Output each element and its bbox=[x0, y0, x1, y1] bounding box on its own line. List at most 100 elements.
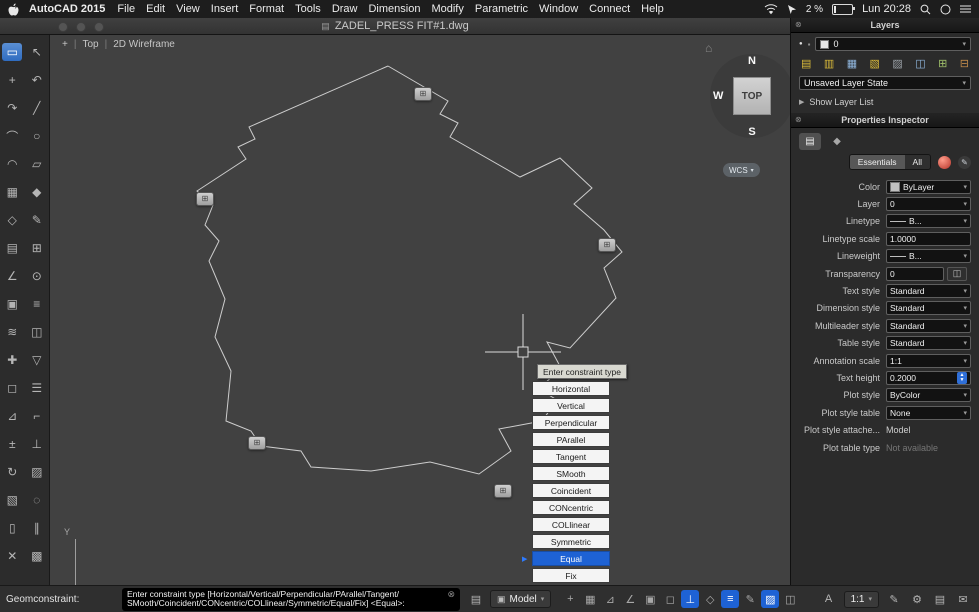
constraint-option-vertical[interactable]: Vertical bbox=[532, 398, 610, 413]
constraint-option-tangent[interactable]: Tangent bbox=[532, 449, 610, 464]
tool-icon-7[interactable]: ○ bbox=[27, 127, 47, 145]
tool-icon-13[interactable]: ✎ bbox=[27, 211, 47, 229]
menu-item-help[interactable]: Help bbox=[641, 3, 664, 15]
viewcube-home-icon[interactable]: ⌂ bbox=[705, 41, 712, 55]
tool-icon-11[interactable]: ◆ bbox=[27, 183, 47, 201]
property-dropdown[interactable]: Standard ▾ bbox=[886, 336, 971, 351]
tool-icon-23[interactable]: ▽ bbox=[27, 351, 47, 369]
constraint-option-collinear[interactable]: COLlinear bbox=[532, 517, 610, 532]
tool-icon-25[interactable]: ☰ bbox=[27, 379, 47, 397]
layer-tool-icon-3[interactable]: ▧ bbox=[870, 57, 880, 70]
tool-icon-4[interactable]: ↷ bbox=[2, 99, 22, 117]
menu-item-format[interactable]: Format bbox=[249, 3, 284, 15]
app-menu-title[interactable]: AutoCAD 2015 bbox=[29, 3, 105, 15]
properties-category-style[interactable]: ◆ bbox=[826, 133, 848, 150]
tool-icon-2[interactable]: + bbox=[2, 71, 22, 89]
menu-item-modify[interactable]: Modify bbox=[431, 3, 463, 15]
status-toggle-5[interactable]: ◻ bbox=[661, 590, 679, 608]
tool-icon-37[interactable]: ▩ bbox=[27, 547, 47, 565]
tool-icon-19[interactable]: ≡ bbox=[27, 295, 47, 313]
constraint-badge-3[interactable]: ⊞ bbox=[248, 436, 266, 450]
tool-icon-6[interactable]: ⌒ bbox=[2, 127, 22, 145]
tool-icon-20[interactable]: ≋ bbox=[2, 323, 22, 341]
tab-all[interactable]: All bbox=[904, 155, 930, 169]
apple-menu-icon[interactable] bbox=[8, 3, 19, 16]
battery-icon[interactable] bbox=[832, 3, 856, 15]
constraint-option-symmetric[interactable]: Symmetric bbox=[532, 534, 610, 549]
layer-tool-icon-4[interactable]: ▨ bbox=[892, 57, 902, 70]
constraint-badge-1[interactable]: ⊞ bbox=[196, 192, 214, 206]
layer-tool-icon-2[interactable]: ▦ bbox=[847, 57, 857, 70]
palette-close-icon[interactable]: ⊗ bbox=[795, 21, 802, 29]
menu-item-parametric[interactable]: Parametric bbox=[475, 3, 528, 15]
tool-icon-17[interactable]: ⊙ bbox=[27, 267, 47, 285]
properties-category-general[interactable]: ▤ bbox=[799, 133, 821, 150]
constraint-badge-0[interactable]: ⊞ bbox=[414, 87, 432, 101]
tool-icon-15[interactable]: ⊞ bbox=[27, 239, 47, 257]
constraint-badge-2[interactable]: ⊞ bbox=[598, 238, 616, 252]
status-toggle-1[interactable]: ▦ bbox=[581, 590, 599, 608]
constraint-badge-4[interactable]: ⊞ bbox=[494, 484, 512, 498]
wifi-icon[interactable] bbox=[764, 3, 778, 15]
model-space-button[interactable]: ▣ Model ▾ bbox=[490, 590, 552, 608]
property-dropdown[interactable]: Standard ▾ bbox=[886, 301, 971, 316]
status-toggle-3[interactable]: ∠ bbox=[621, 590, 639, 608]
close-window-icon[interactable] bbox=[58, 22, 68, 32]
property-dropdown[interactable]: ByLayer ▾ bbox=[886, 179, 971, 194]
layer-tool-icon-0[interactable]: ▤ bbox=[801, 57, 811, 70]
layer-tool-icon-1[interactable]: ▥ bbox=[824, 57, 834, 70]
palette-close-icon[interactable]: ⊗ bbox=[795, 116, 802, 124]
status-toggle-7[interactable]: ◇ bbox=[701, 590, 719, 608]
tool-icon-3[interactable]: ↶ bbox=[27, 71, 47, 89]
property-input[interactable]: 0 bbox=[886, 266, 944, 281]
tool-icon-26[interactable]: ⊿ bbox=[2, 407, 22, 425]
viewport-view-label[interactable]: Top bbox=[82, 39, 98, 50]
status-toggle-2[interactable]: ⊿ bbox=[601, 590, 619, 608]
tool-icon-32[interactable]: ▧ bbox=[2, 491, 22, 509]
property-dropdown[interactable]: B... ▾ bbox=[886, 214, 971, 229]
layer-state-dropdown[interactable]: Unsaved Layer State ▾ bbox=[799, 76, 971, 90]
feedback-icon[interactable]: ✉ bbox=[955, 593, 971, 606]
viewport-menu-plus[interactable]: + bbox=[62, 39, 68, 50]
menubar-clock[interactable]: Lun 20:28 bbox=[862, 3, 911, 15]
viewport-style-label[interactable]: 2D Wireframe bbox=[113, 39, 175, 50]
viewcube[interactable]: N W S TOP bbox=[710, 54, 790, 138]
menu-item-window[interactable]: Window bbox=[539, 3, 578, 15]
settings-gear-icon[interactable]: ⚙ bbox=[909, 593, 925, 606]
layer-tool-icon-7[interactable]: ⊟ bbox=[960, 57, 969, 70]
tool-icon-8[interactable]: ◠ bbox=[2, 155, 22, 173]
constraint-option-concentric[interactable]: CONcentric bbox=[532, 500, 610, 515]
tool-icon-33[interactable]: ◌ bbox=[27, 491, 47, 509]
property-dropdown[interactable]: ByColor ▾ bbox=[886, 388, 971, 403]
tool-icon-1[interactable]: ↖ bbox=[27, 43, 47, 61]
constraint-option-fix[interactable]: Fix bbox=[532, 568, 610, 583]
material-ball-icon[interactable] bbox=[938, 155, 951, 169]
search-icon[interactable] bbox=[920, 4, 931, 15]
constraint-option-horizontal[interactable]: Horizontal bbox=[532, 381, 610, 396]
tool-icon-18[interactable]: ▣ bbox=[2, 295, 22, 313]
property-input[interactable]: 1.0000 bbox=[886, 231, 971, 246]
wcs-dropdown[interactable]: WCS ▾ bbox=[723, 163, 760, 177]
location-arrow-icon[interactable] bbox=[787, 4, 797, 15]
layers-palette-header[interactable]: ⊗ Layers bbox=[791, 18, 979, 33]
tool-icon-28[interactable]: ± bbox=[2, 435, 22, 453]
property-dropdown[interactable]: Standard ▾ bbox=[886, 284, 971, 299]
menu-item-edit[interactable]: Edit bbox=[146, 3, 165, 15]
layer-tool-icon-5[interactable]: ◫ bbox=[915, 57, 925, 70]
minimize-window-icon[interactable] bbox=[76, 22, 86, 32]
command-close-icon[interactable]: ⊗ bbox=[447, 589, 455, 599]
status-toggle-6[interactable]: ⊥ bbox=[681, 590, 700, 608]
command-input[interactable]: Enter constraint type [Horizontal/Vertic… bbox=[122, 587, 460, 611]
tool-icon-24[interactable]: ◻ bbox=[2, 379, 22, 397]
tool-icon-36[interactable]: ✕ bbox=[2, 547, 22, 565]
constraint-option-equal[interactable]: ▶ Equal bbox=[522, 551, 610, 566]
stepper-arrows-icon[interactable]: ▲ ▼ bbox=[957, 371, 967, 384]
tool-icon-5[interactable]: ╱ bbox=[27, 99, 47, 117]
menu-item-tools[interactable]: Tools bbox=[295, 3, 321, 15]
notification-center-icon[interactable] bbox=[960, 4, 971, 14]
tool-icon-29[interactable]: ⊥ bbox=[27, 435, 47, 453]
tool-icon-14[interactable]: ▤ bbox=[2, 239, 22, 257]
property-dropdown[interactable]: B... ▾ bbox=[886, 249, 971, 264]
status-toggle-11[interactable]: ◫ bbox=[781, 590, 799, 608]
tool-icon-31[interactable]: ▨ bbox=[27, 463, 47, 481]
